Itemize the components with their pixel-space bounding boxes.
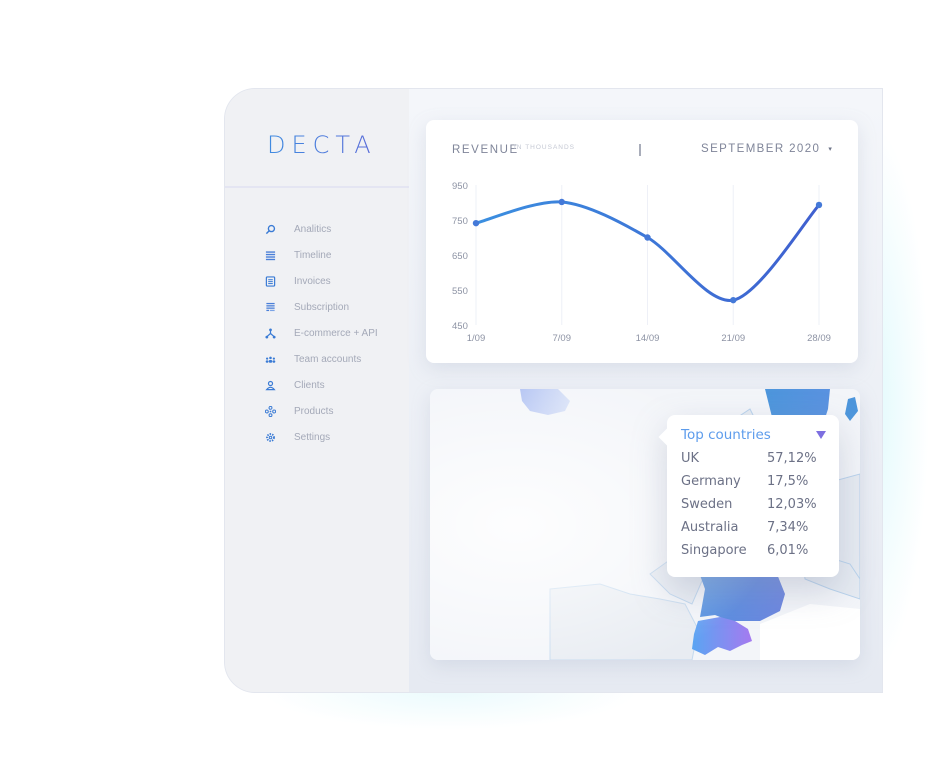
country-value: 7,34% bbox=[767, 520, 809, 535]
top-countries-dropdown[interactable]: Top countries bbox=[681, 427, 826, 443]
sidebar: DECTA Analitics Timeline Invoices Subscr… bbox=[225, 89, 409, 692]
country-row: Sweden 12,03% bbox=[681, 497, 823, 520]
top-countries-list: UK 57,12% Germany 17,5% Sweden 12,03% Au… bbox=[681, 451, 823, 566]
country-name: Singapore bbox=[681, 543, 747, 558]
sidebar-nav: Analitics Timeline Invoices Subscription bbox=[263, 216, 378, 450]
x-tick-label: 14/09 bbox=[636, 333, 660, 344]
country-value: 57,12% bbox=[767, 451, 817, 466]
divider bbox=[225, 186, 409, 188]
country-value: 17,5% bbox=[767, 474, 809, 489]
gear-icon bbox=[263, 430, 277, 444]
dashboard-window: DECTA Analitics Timeline Invoices Subscr… bbox=[225, 89, 882, 692]
y-tick-label: 950 bbox=[452, 181, 468, 192]
data-point bbox=[730, 296, 737, 304]
subscription-icon bbox=[263, 300, 277, 314]
logo[interactable]: DECTA bbox=[267, 131, 377, 159]
sidebar-item-settings[interactable]: Settings bbox=[263, 424, 378, 450]
network-icon bbox=[263, 326, 277, 340]
data-point bbox=[558, 198, 565, 206]
list-icon bbox=[263, 248, 277, 262]
sidebar-item-label: Products bbox=[294, 405, 334, 417]
sidebar-item-products[interactable]: Products bbox=[263, 398, 378, 424]
country-name: Germany bbox=[681, 474, 741, 489]
country-row: Germany 17,5% bbox=[681, 474, 823, 497]
revenue-card: 950 750 650 550 450 1/09 7/09 14/09 21/09 28/09 R… bbox=[426, 120, 858, 363]
sidebar-item-team-accounts[interactable]: Team accounts bbox=[263, 346, 378, 372]
sidebar-item-label: Subscription bbox=[294, 301, 350, 313]
background-glow bbox=[260, 690, 640, 730]
sidebar-item-label: Team accounts bbox=[294, 353, 362, 365]
data-point bbox=[472, 219, 480, 227]
top-countries-title: Top countries bbox=[681, 427, 771, 443]
x-tick-label: 7/09 bbox=[553, 333, 572, 344]
revenue-chart: 950 750 650 550 4501/09 7/09 14/09 21/09 28/09 bbox=[452, 181, 831, 344]
sidebar-item-analitics[interactable]: Analitics bbox=[263, 216, 378, 242]
y-tick-label: 650 bbox=[452, 251, 468, 262]
data-point bbox=[644, 234, 651, 241]
period-label: SEPTEMBER 2020 bbox=[701, 143, 821, 155]
sidebar-item-label: Timeline bbox=[294, 249, 332, 261]
sidebar-item-timeline[interactable]: Timeline bbox=[263, 242, 378, 268]
y-tick-label: 550 bbox=[452, 286, 468, 297]
country-value: 6,01% bbox=[767, 543, 809, 558]
country-name: UK bbox=[681, 451, 700, 466]
sidebar-item-label: E-commerce + API bbox=[294, 327, 378, 339]
sidebar-item-label: Clients bbox=[294, 379, 325, 391]
country-name: Sweden bbox=[681, 497, 733, 512]
header-separator bbox=[639, 144, 641, 156]
x-tick-label: 1/09 bbox=[467, 333, 486, 344]
top-countries-popover: Top countries UK 57,12% Germany 17,5% Sw… bbox=[667, 415, 839, 577]
country-row: Australia 7,34% bbox=[681, 520, 823, 543]
search-icon bbox=[263, 222, 277, 236]
country-value: 12,03% bbox=[767, 497, 817, 512]
revenue-title: REVENUE bbox=[452, 144, 519, 156]
country-row: Singapore 6,01% bbox=[681, 543, 823, 566]
team-icon bbox=[263, 352, 277, 366]
user-icon bbox=[263, 378, 277, 392]
caret-down-icon bbox=[816, 431, 826, 439]
country-row: UK 57,12% bbox=[681, 451, 823, 474]
revenue-subtitle: IN THOUSANDS bbox=[514, 144, 575, 151]
sidebar-item-subscription[interactable]: Subscription bbox=[263, 294, 378, 320]
products-icon bbox=[263, 404, 277, 418]
country-name: Australia bbox=[681, 520, 739, 535]
sidebar-item-invoices[interactable]: Invoices bbox=[263, 268, 378, 294]
main-content: 950 750 650 550 450 1/09 7/09 14/09 21/09 28/09 R… bbox=[409, 89, 882, 692]
sidebar-item-label: Settings bbox=[294, 431, 331, 443]
x-tick-label: 28/09 bbox=[807, 333, 831, 344]
y-tick-label: 450 bbox=[452, 321, 468, 332]
y-tick-label: 750 bbox=[452, 216, 468, 227]
period-dropdown[interactable]: SEPTEMBER 2020 ▾ bbox=[701, 143, 833, 155]
sidebar-item-label: Analitics bbox=[294, 223, 332, 235]
invoice-icon bbox=[263, 274, 277, 288]
caret-down-icon: ▾ bbox=[828, 146, 834, 153]
sidebar-item-clients[interactable]: Clients bbox=[263, 372, 378, 398]
sidebar-item-ecommerce-api[interactable]: E-commerce + API bbox=[263, 320, 378, 346]
sidebar-item-label: Invoices bbox=[294, 275, 331, 287]
x-tick-label: 21/09 bbox=[721, 333, 745, 344]
data-point bbox=[815, 201, 823, 209]
